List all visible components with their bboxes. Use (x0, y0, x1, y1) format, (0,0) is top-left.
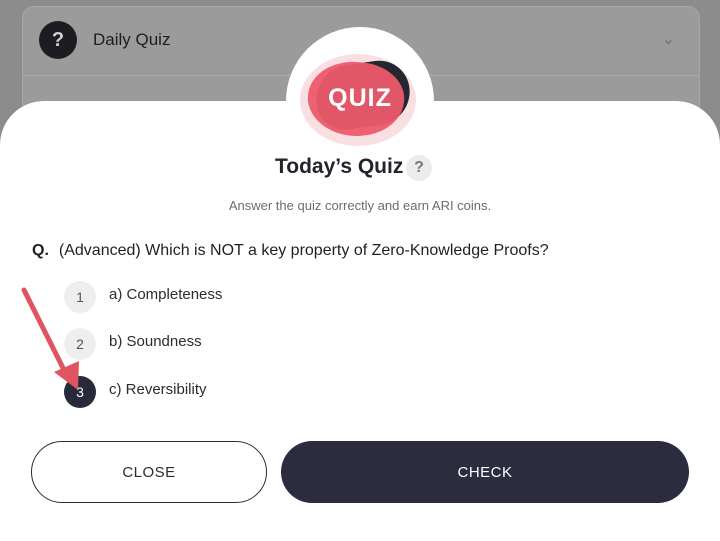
close-button[interactable]: CLOSE (31, 441, 267, 503)
check-button[interactable]: CHECK (281, 441, 689, 503)
